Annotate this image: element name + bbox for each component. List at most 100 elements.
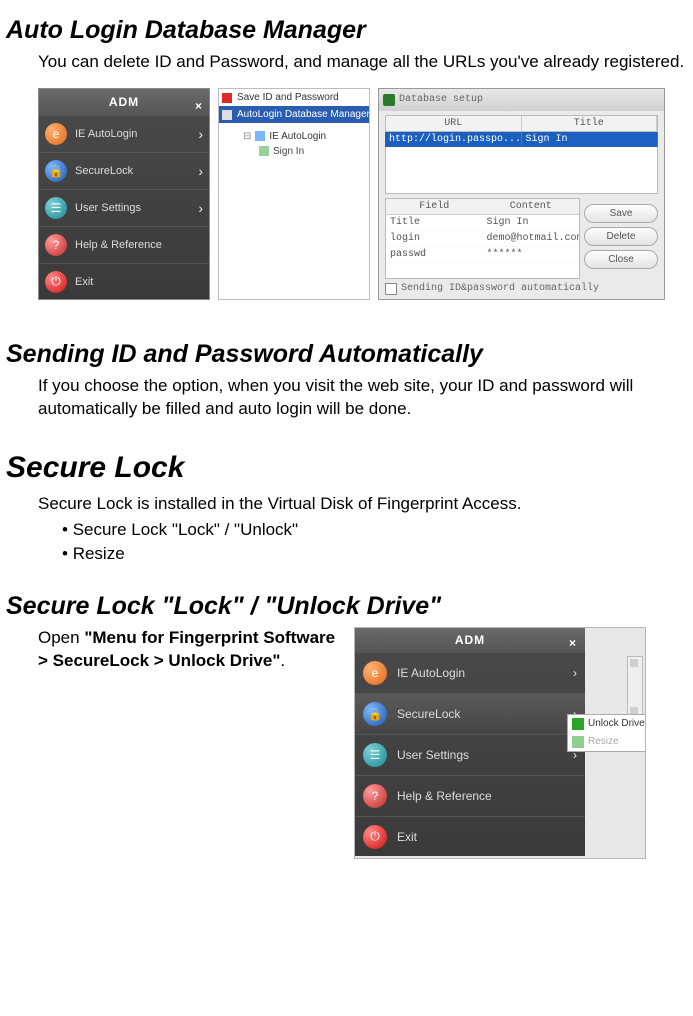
secure-lock-list: Secure Lock "Lock" / "Unlock" Resize bbox=[62, 520, 685, 564]
adm-titlebar: ADM × bbox=[39, 89, 209, 115]
ctx-tree-root[interactable]: ⊟ IE AutoLogin bbox=[219, 129, 369, 144]
user-icon bbox=[259, 146, 269, 156]
db-col-title: Title bbox=[522, 116, 658, 131]
adm-item-label: Exit bbox=[75, 276, 203, 288]
tree-toggle-icon: ⊟ bbox=[243, 131, 251, 142]
securelock-flyout: Unlock Drive Resize bbox=[567, 714, 646, 752]
ie-autologin-icon: e bbox=[45, 123, 67, 145]
scrollbar[interactable] bbox=[627, 656, 643, 718]
adm2-titlebar: ADM × bbox=[355, 628, 585, 652]
desc-sending-idpw: If you choose the option, when you visit… bbox=[38, 375, 685, 421]
db-grid-cell: ****** bbox=[483, 247, 580, 262]
adm-item-exit[interactable]: ⏻ Exit bbox=[39, 263, 209, 300]
user-settings-icon: ☰ bbox=[45, 197, 67, 219]
adm-item-securelock[interactable]: 🔒 SecureLock › bbox=[39, 152, 209, 189]
open-menu-instruction: Open "Menu for Fingerprint Software > Se… bbox=[38, 627, 338, 859]
adm-item-label: User Settings bbox=[397, 748, 563, 762]
heading-lock-unlock-drive: Secure Lock "Lock" / "Unlock Drive" bbox=[6, 592, 693, 621]
db-grid-col-field: Field bbox=[386, 199, 483, 214]
db-grid-col-content: Content bbox=[483, 199, 580, 214]
close-icon[interactable]: × bbox=[569, 631, 577, 655]
help-icon: ? bbox=[363, 784, 387, 808]
db-list-header: URL Title bbox=[385, 115, 658, 132]
db-grid-cell: Title bbox=[386, 215, 483, 230]
adm2-item-help[interactable]: ? Help & Reference bbox=[355, 775, 585, 816]
adm-item-ie-autologin[interactable]: e IE AutoLogin › bbox=[39, 115, 209, 152]
delete-button[interactable]: Delete bbox=[584, 227, 658, 246]
heading-sending-idpw: Sending ID and Password Automatically bbox=[6, 340, 693, 369]
db-window-icon bbox=[383, 94, 395, 106]
desc-auto-login-db: You can delete ID and Password, and mana… bbox=[38, 51, 685, 74]
auto-send-checkbox[interactable] bbox=[385, 283, 397, 295]
unlock-icon bbox=[572, 718, 584, 730]
flyout-label: Unlock Drive bbox=[588, 718, 645, 729]
db-cell-url: http://login.passpo... bbox=[385, 132, 522, 147]
adm-title-text: ADM bbox=[109, 95, 139, 109]
adm-menu-panel-2: ADM × e IE AutoLogin › 🔒 SecureLock › ☰ … bbox=[355, 628, 585, 856]
db-list-body[interactable] bbox=[385, 147, 658, 194]
db-col-url: URL bbox=[386, 116, 522, 131]
chevron-right-icon: › bbox=[198, 200, 203, 216]
db-grid-cell: login bbox=[386, 231, 483, 246]
chevron-right-icon: › bbox=[573, 666, 577, 680]
db-grid-cell: demo@hotmail.com bbox=[483, 231, 580, 246]
ctx-label: Save ID and Password bbox=[237, 92, 339, 103]
save-button[interactable]: Save bbox=[584, 204, 658, 223]
power-icon: ⏻ bbox=[363, 825, 387, 849]
flyout-resize[interactable]: Resize bbox=[568, 733, 646, 751]
ctx-autologin-db-manager[interactable]: AutoLogin Database Manager bbox=[219, 106, 369, 123]
ctx-save-id-pw[interactable]: Save ID and Password bbox=[219, 89, 369, 106]
open-pre: Open bbox=[38, 628, 84, 647]
context-popup-panel: Save ID and Password AutoLogin Database … bbox=[218, 88, 370, 300]
flyout-label: Resize bbox=[588, 736, 619, 747]
db-title-text: Database setup bbox=[399, 94, 483, 105]
database-setup-window: Database setup URL Title http://login.pa… bbox=[378, 88, 665, 300]
db-titlebar: Database setup bbox=[379, 89, 664, 111]
lock-icon: 🔒 bbox=[45, 160, 67, 182]
adm2-item-securelock[interactable]: 🔒 SecureLock › bbox=[355, 693, 585, 734]
db-grid-row[interactable]: passwd ****** bbox=[386, 247, 579, 263]
resize-icon bbox=[572, 736, 584, 748]
db-manager-icon bbox=[222, 110, 232, 120]
chevron-right-icon: › bbox=[198, 163, 203, 179]
heading-auto-login-db: Auto Login Database Manager bbox=[6, 16, 693, 45]
adm-item-user-settings[interactable]: ☰ User Settings › bbox=[39, 189, 209, 226]
screenshot-row-1: ADM × e IE AutoLogin › 🔒 SecureLock › ☰ … bbox=[38, 88, 693, 300]
ie-icon bbox=[255, 131, 265, 141]
adm2-item-user-settings[interactable]: ☰ User Settings › bbox=[355, 734, 585, 775]
user-settings-icon: ☰ bbox=[363, 743, 387, 767]
db-list-row-selected[interactable]: http://login.passpo... Sign In bbox=[385, 132, 658, 147]
adm2-item-ie-autologin[interactable]: e IE AutoLogin › bbox=[355, 652, 585, 693]
adm2-item-exit[interactable]: ⏻ Exit bbox=[355, 816, 585, 857]
adm-item-label: Help & Reference bbox=[75, 239, 203, 251]
heading-secure-lock: Secure Lock bbox=[6, 451, 693, 485]
list-item: Resize bbox=[62, 544, 685, 564]
ctx-tree-child[interactable]: Sign In bbox=[219, 144, 369, 159]
list-item: Secure Lock "Lock" / "Unlock" bbox=[62, 520, 685, 540]
close-button[interactable]: Close bbox=[584, 250, 658, 269]
adm-item-label: IE AutoLogin bbox=[397, 666, 563, 680]
desc-secure-lock: Secure Lock is installed in the Virtual … bbox=[38, 493, 685, 516]
db-foot-row[interactable]: Sending ID&password automatically bbox=[385, 283, 658, 295]
flyout-unlock-drive[interactable]: Unlock Drive bbox=[568, 715, 646, 733]
ctx-tree-root-label: IE AutoLogin bbox=[269, 131, 326, 142]
adm-item-label: IE AutoLogin bbox=[75, 128, 190, 140]
adm-menu-panel: ADM × e IE AutoLogin › 🔒 SecureLock › ☰ … bbox=[38, 88, 210, 300]
power-icon: ⏻ bbox=[45, 271, 67, 293]
db-grid-row[interactable]: login demo@hotmail.com bbox=[386, 231, 579, 247]
db-grid-row[interactable]: Title Sign In bbox=[386, 215, 579, 231]
ctx-tree-child-label: Sign In bbox=[273, 146, 304, 157]
ctx-label: AutoLogin Database Manager bbox=[237, 109, 369, 120]
adm-item-label: Exit bbox=[397, 830, 577, 844]
adm-item-label: SecureLock bbox=[75, 165, 190, 177]
lock-icon: 🔒 bbox=[363, 702, 387, 726]
help-icon: ? bbox=[45, 234, 67, 256]
securelock-screenshot: ADM × e IE AutoLogin › 🔒 SecureLock › ☰ … bbox=[354, 627, 646, 859]
adm-item-label: SecureLock bbox=[397, 707, 563, 721]
adm-item-help[interactable]: ? Help & Reference bbox=[39, 226, 209, 263]
adm-item-label: User Settings bbox=[75, 202, 190, 214]
db-grid-cell: Sign In bbox=[483, 215, 580, 230]
ie-autologin-icon: e bbox=[363, 661, 387, 685]
close-icon[interactable]: × bbox=[195, 93, 203, 119]
db-foot-label: Sending ID&password automatically bbox=[401, 283, 599, 294]
